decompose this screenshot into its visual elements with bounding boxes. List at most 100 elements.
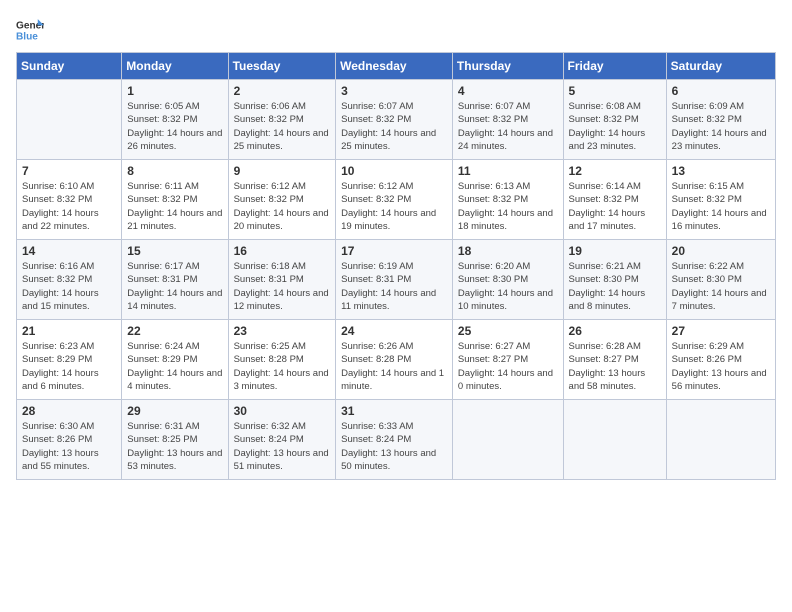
week-row-4: 21 Sunrise: 6:23 AMSunset: 8:29 PMDayligh… — [17, 320, 776, 400]
calendar-cell — [563, 400, 666, 480]
calendar-cell — [452, 400, 563, 480]
calendar-cell: 14 Sunrise: 6:16 AMSunset: 8:32 PMDayligh… — [17, 240, 122, 320]
col-header-thursday: Thursday — [452, 53, 563, 80]
logo-icon: General Blue — [16, 16, 44, 44]
day-number: 15 — [127, 244, 222, 258]
day-number: 10 — [341, 164, 447, 178]
col-header-monday: Monday — [122, 53, 228, 80]
day-number: 28 — [22, 404, 116, 418]
day-number: 2 — [234, 84, 331, 98]
calendar-cell: 2 Sunrise: 6:06 AMSunset: 8:32 PMDaylight… — [228, 80, 336, 160]
cell-content: Sunrise: 6:26 AMSunset: 8:28 PMDaylight:… — [341, 340, 447, 393]
day-number: 19 — [569, 244, 661, 258]
calendar-cell: 20 Sunrise: 6:22 AMSunset: 8:30 PMDayligh… — [666, 240, 775, 320]
col-header-friday: Friday — [563, 53, 666, 80]
day-number: 23 — [234, 324, 331, 338]
calendar-cell: 8 Sunrise: 6:11 AMSunset: 8:32 PMDaylight… — [122, 160, 228, 240]
calendar-cell: 31Sunrise: 6:33 AMSunset: 8:24 PMDayligh… — [336, 400, 453, 480]
cell-content: Sunrise: 6:09 AMSunset: 8:32 PMDaylight:… — [672, 100, 770, 153]
day-number: 22 — [127, 324, 222, 338]
cell-content: Sunrise: 6:12 AMSunset: 8:32 PMDaylight:… — [234, 180, 331, 233]
svg-text:Blue: Blue — [16, 31, 38, 42]
col-header-saturday: Saturday — [666, 53, 775, 80]
day-number: 11 — [458, 164, 558, 178]
calendar-cell: 27 Sunrise: 6:29 AMSunset: 8:26 PMDayligh… — [666, 320, 775, 400]
calendar-cell: 17 Sunrise: 6:19 AMSunset: 8:31 PMDayligh… — [336, 240, 453, 320]
cell-content: Sunrise: 6:18 AMSunset: 8:31 PMDaylight:… — [234, 260, 331, 313]
logo: General Blue — [16, 16, 44, 44]
week-row-3: 14 Sunrise: 6:16 AMSunset: 8:32 PMDayligh… — [17, 240, 776, 320]
cell-content: Sunrise: 6:33 AMSunset: 8:24 PMDaylight:… — [341, 420, 447, 473]
calendar-cell: 7 Sunrise: 6:10 AMSunset: 8:32 PMDaylight… — [17, 160, 122, 240]
cell-content: Sunrise: 6:07 AMSunset: 8:32 PMDaylight:… — [458, 100, 558, 153]
day-number: 20 — [672, 244, 770, 258]
calendar-cell — [17, 80, 122, 160]
day-number: 13 — [672, 164, 770, 178]
day-number: 16 — [234, 244, 331, 258]
cell-content: Sunrise: 6:24 AMSunset: 8:29 PMDaylight:… — [127, 340, 222, 393]
day-number: 9 — [234, 164, 331, 178]
cell-content: Sunrise: 6:22 AMSunset: 8:30 PMDaylight:… — [672, 260, 770, 313]
day-number: 30 — [234, 404, 331, 418]
day-number: 8 — [127, 164, 222, 178]
calendar-cell: 9 Sunrise: 6:12 AMSunset: 8:32 PMDaylight… — [228, 160, 336, 240]
week-row-2: 7 Sunrise: 6:10 AMSunset: 8:32 PMDaylight… — [17, 160, 776, 240]
day-number: 21 — [22, 324, 116, 338]
cell-content: Sunrise: 6:10 AMSunset: 8:32 PMDaylight:… — [22, 180, 116, 233]
calendar-cell: 25Sunrise: 6:27 AMSunset: 8:27 PMDayligh… — [452, 320, 563, 400]
cell-content: Sunrise: 6:28 AMSunset: 8:27 PMDaylight:… — [569, 340, 661, 393]
calendar-cell: 5Sunrise: 6:08 AMSunset: 8:32 PMDaylight… — [563, 80, 666, 160]
day-number: 12 — [569, 164, 661, 178]
cell-content: Sunrise: 6:19 AMSunset: 8:31 PMDaylight:… — [341, 260, 447, 313]
day-number: 27 — [672, 324, 770, 338]
col-header-wednesday: Wednesday — [336, 53, 453, 80]
calendar-cell: 6 Sunrise: 6:09 AMSunset: 8:32 PMDaylight… — [666, 80, 775, 160]
calendar-cell: 16 Sunrise: 6:18 AMSunset: 8:31 PMDayligh… — [228, 240, 336, 320]
calendar-cell: 10Sunrise: 6:12 AMSunset: 8:32 PMDayligh… — [336, 160, 453, 240]
calendar-cell: 3 Sunrise: 6:07 AMSunset: 8:32 PMDaylight… — [336, 80, 453, 160]
day-number: 3 — [341, 84, 447, 98]
cell-content: Sunrise: 6:23 AMSunset: 8:29 PMDaylight:… — [22, 340, 116, 393]
cell-content: Sunrise: 6:17 AMSunset: 8:31 PMDaylight:… — [127, 260, 222, 313]
calendar-cell: 30 Sunrise: 6:32 AMSunset: 8:24 PMDayligh… — [228, 400, 336, 480]
cell-content: Sunrise: 6:16 AMSunset: 8:32 PMDaylight:… — [22, 260, 116, 313]
calendar-cell: 19 Sunrise: 6:21 AMSunset: 8:30 PMDayligh… — [563, 240, 666, 320]
day-number: 5 — [569, 84, 661, 98]
day-number: 18 — [458, 244, 558, 258]
week-row-1: 1 Sunrise: 6:05 AMSunset: 8:32 PMDaylight… — [17, 80, 776, 160]
day-number: 1 — [127, 84, 222, 98]
page-header: General Blue — [16, 16, 776, 44]
cell-content: Sunrise: 6:31 AMSunset: 8:25 PMDaylight:… — [127, 420, 222, 473]
cell-content: Sunrise: 6:32 AMSunset: 8:24 PMDaylight:… — [234, 420, 331, 473]
day-number: 26 — [569, 324, 661, 338]
day-number: 24 — [341, 324, 447, 338]
cell-content: Sunrise: 6:11 AMSunset: 8:32 PMDaylight:… — [127, 180, 222, 233]
calendar-cell: 4 Sunrise: 6:07 AMSunset: 8:32 PMDaylight… — [452, 80, 563, 160]
calendar-cell: 29Sunrise: 6:31 AMSunset: 8:25 PMDayligh… — [122, 400, 228, 480]
cell-content: Sunrise: 6:29 AMSunset: 8:26 PMDaylight:… — [672, 340, 770, 393]
day-number: 7 — [22, 164, 116, 178]
calendar-cell: 28 Sunrise: 6:30 AMSunset: 8:26 PMDayligh… — [17, 400, 122, 480]
calendar-cell: 24 Sunrise: 6:26 AMSunset: 8:28 PMDayligh… — [336, 320, 453, 400]
cell-content: Sunrise: 6:20 AMSunset: 8:30 PMDaylight:… — [458, 260, 558, 313]
calendar-cell: 15 Sunrise: 6:17 AMSunset: 8:31 PMDayligh… — [122, 240, 228, 320]
day-number: 17 — [341, 244, 447, 258]
cell-content: Sunrise: 6:14 AMSunset: 8:32 PMDaylight:… — [569, 180, 661, 233]
calendar-table: SundayMondayTuesdayWednesdayThursdayFrid… — [16, 52, 776, 480]
day-number: 4 — [458, 84, 558, 98]
day-number: 14 — [22, 244, 116, 258]
week-row-5: 28 Sunrise: 6:30 AMSunset: 8:26 PMDayligh… — [17, 400, 776, 480]
col-header-tuesday: Tuesday — [228, 53, 336, 80]
cell-content: Sunrise: 6:25 AMSunset: 8:28 PMDaylight:… — [234, 340, 331, 393]
calendar-cell: 21 Sunrise: 6:23 AMSunset: 8:29 PMDayligh… — [17, 320, 122, 400]
cell-content: Sunrise: 6:07 AMSunset: 8:32 PMDaylight:… — [341, 100, 447, 153]
cell-content: Sunrise: 6:30 AMSunset: 8:26 PMDaylight:… — [22, 420, 116, 473]
calendar-cell: 11Sunrise: 6:13 AMSunset: 8:32 PMDayligh… — [452, 160, 563, 240]
calendar-cell — [666, 400, 775, 480]
day-number: 6 — [672, 84, 770, 98]
cell-content: Sunrise: 6:06 AMSunset: 8:32 PMDaylight:… — [234, 100, 331, 153]
calendar-cell: 26 Sunrise: 6:28 AMSunset: 8:27 PMDayligh… — [563, 320, 666, 400]
cell-content: Sunrise: 6:21 AMSunset: 8:30 PMDaylight:… — [569, 260, 661, 313]
col-header-sunday: Sunday — [17, 53, 122, 80]
cell-content: Sunrise: 6:05 AMSunset: 8:32 PMDaylight:… — [127, 100, 222, 153]
